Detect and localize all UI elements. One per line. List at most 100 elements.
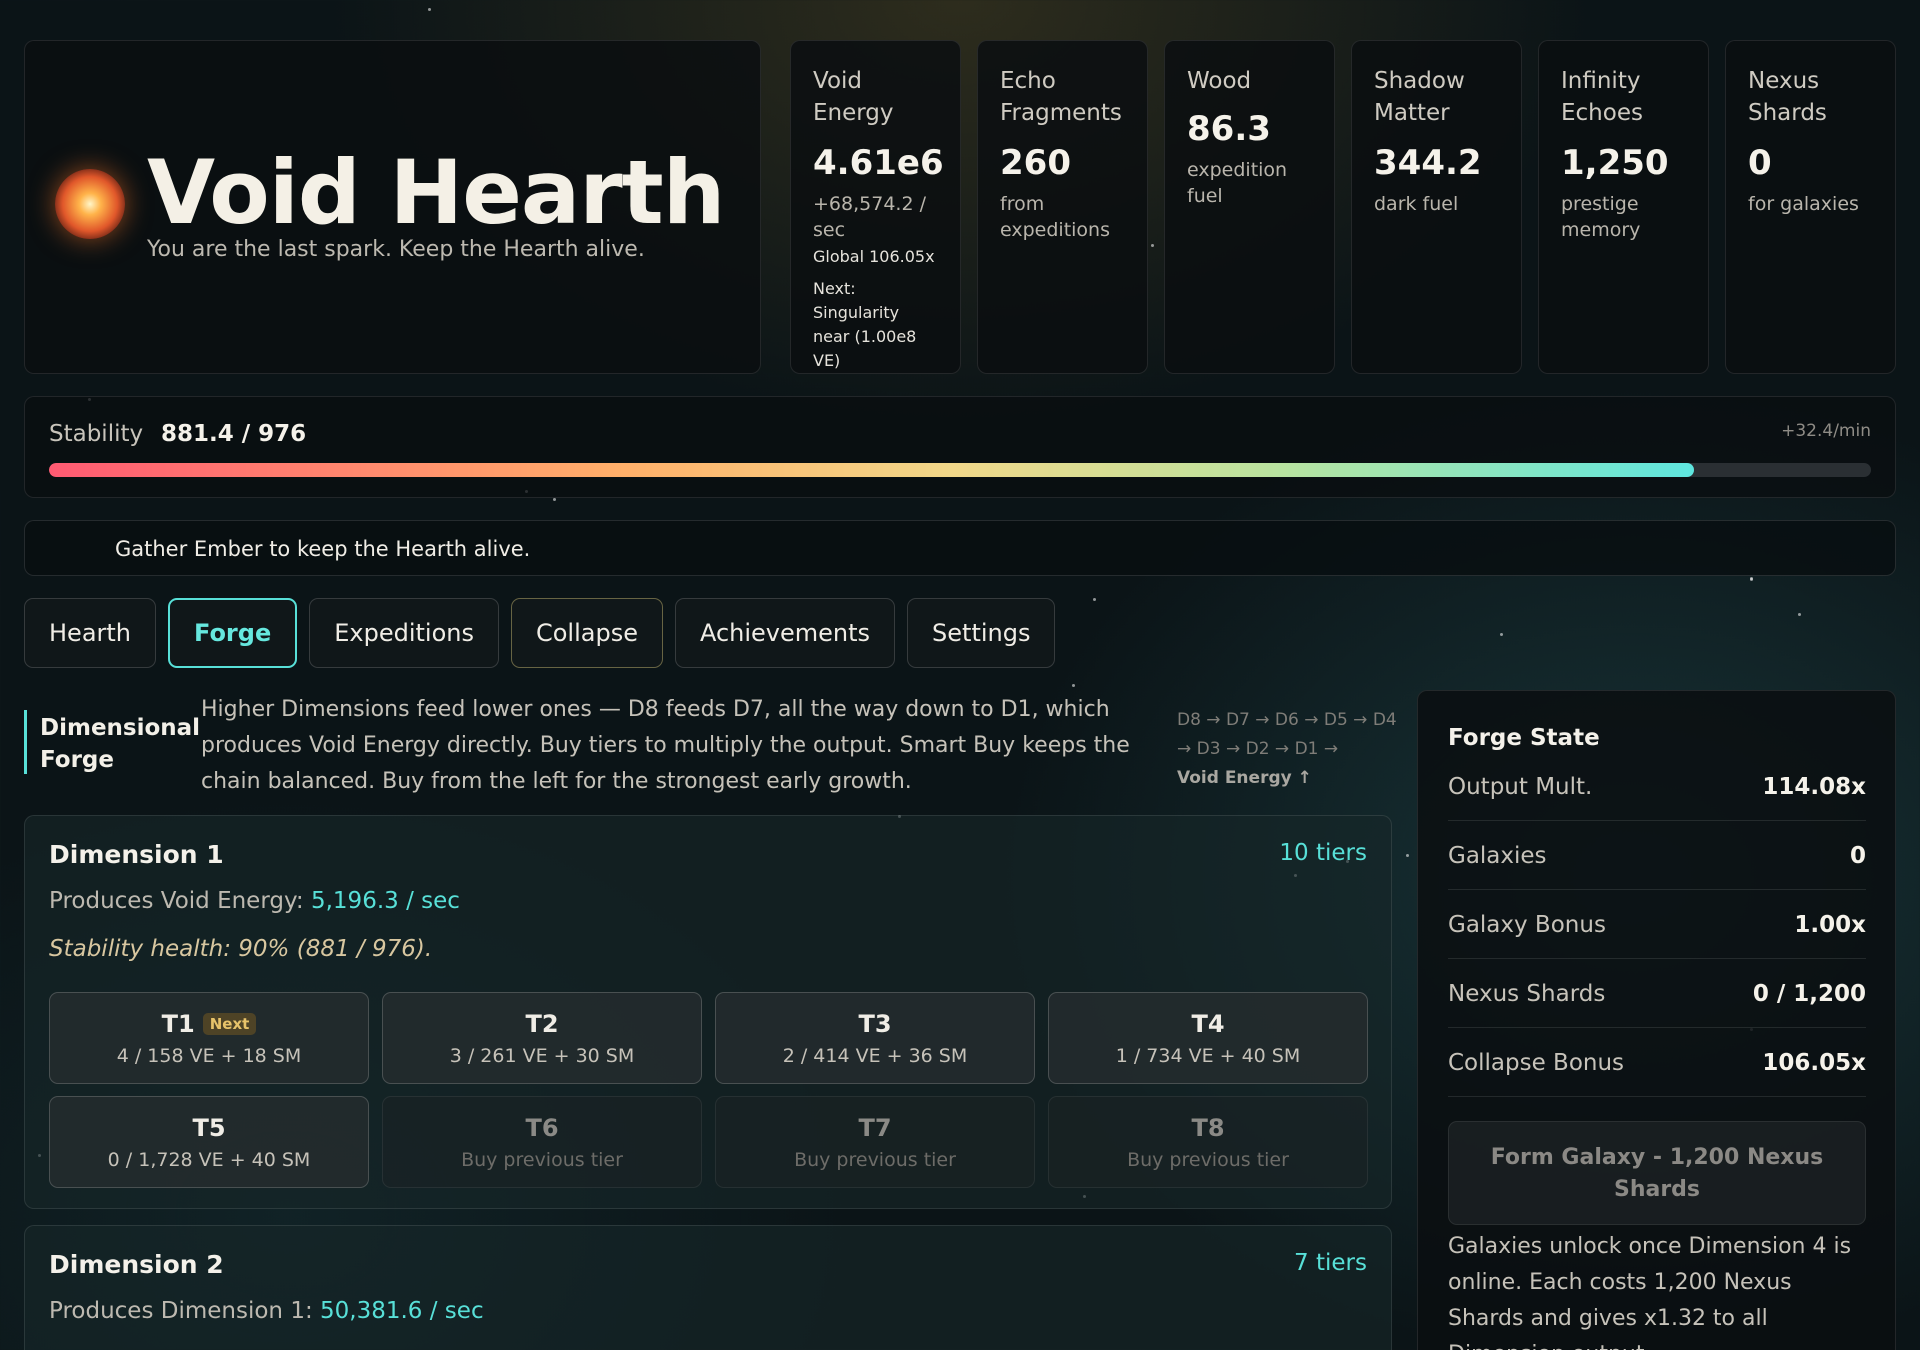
tier-tile-t8[interactable]: T8 Buy previous tier	[1048, 1096, 1368, 1188]
form-galaxy-button[interactable]: Form Galaxy - 1,200 Nexus Shards	[1448, 1121, 1866, 1225]
forge-state-row: Collapse Bonus 106.05x	[1448, 1029, 1866, 1097]
row-value: 106.05x	[1762, 1049, 1866, 1076]
dimension-chain-end: Void Energy ↑	[1177, 768, 1312, 788]
row-label: Output Mult.	[1448, 773, 1593, 800]
resource-value: 344.2	[1374, 143, 1482, 183]
resource-desc: prestige memory	[1561, 193, 1641, 241]
dimension-title: Dimension 1	[49, 840, 224, 869]
tab-achievements[interactable]: Achievements	[674, 598, 896, 668]
stability-rate: +32.4/min	[1781, 421, 1871, 441]
forge-state-row: Output Mult. 114.08x	[1448, 753, 1866, 821]
section-description: Higher Dimensions feed lower ones — D8 f…	[201, 697, 1130, 794]
resource-rate: +68,574.2 / sec	[813, 193, 926, 241]
row-value: 114.08x	[1762, 773, 1866, 800]
dimension-chain: D8 → D7 → D6 → D5 → D4 → D3 → D2 → D1 → …	[1177, 706, 1397, 793]
resource-desc: dark fuel	[1374, 193, 1459, 215]
tier-tile-t4[interactable]: T4 1 / 734 VE + 40 SM	[1048, 992, 1368, 1084]
tier-name: T5	[192, 1114, 226, 1142]
tab-expeditions[interactable]: Expeditions	[309, 598, 499, 668]
resource-card-echo-fragments: Echo Fragments 260 from expeditions	[977, 40, 1148, 374]
dimension-chain-text: D8 → D7 → D6 → D5 → D4 → D3 → D2 → D1 →	[1177, 710, 1397, 759]
tier-name: T7	[858, 1114, 892, 1142]
production-label: Produces Dimension 1:	[49, 1298, 321, 1324]
tier-tile-t1[interactable]: T1 Next 4 / 158 VE + 18 SM	[49, 992, 369, 1084]
resource-card-wood: Wood 86.3 expedition fuel	[1164, 40, 1335, 374]
resource-desc: for galaxies	[1748, 193, 1859, 215]
resource-name: Void Energy	[813, 68, 894, 126]
production-value: 50,381.6 / sec	[320, 1298, 484, 1324]
ember-orb-icon	[55, 169, 125, 239]
tier-cost: Buy previous tier	[461, 1149, 623, 1171]
resource-value: 1,250	[1561, 143, 1669, 183]
tier-name: T3	[858, 1010, 892, 1038]
next-milestone: Next: Singularity near (1.00e8 VE)	[813, 279, 917, 370]
row-value: 0 / 1,200	[1752, 980, 1866, 1007]
tab-forge[interactable]: Forge	[168, 598, 298, 668]
stability-label: Stability	[49, 421, 144, 447]
tier-cost: Buy previous tier	[794, 1149, 956, 1171]
resource-value: 0	[1748, 143, 1772, 183]
row-label: Galaxies	[1448, 842, 1547, 869]
dimension-tier-count: 7 tiers	[1294, 1250, 1367, 1276]
row-value: 0	[1849, 842, 1866, 869]
tier-cost: Buy previous tier	[1127, 1149, 1289, 1171]
stability-bar-fill	[49, 463, 1695, 477]
global-multiplier: Global 106.05x	[813, 247, 935, 266]
resource-name: Infinity Echoes	[1561, 68, 1643, 126]
resource-value: 260	[1000, 143, 1071, 183]
resource-card-nexus-shards: Nexus Shards 0 for galaxies	[1725, 40, 1896, 374]
resource-card-infinity-echoes: Infinity Echoes 1,250 prestige memory	[1538, 40, 1709, 374]
row-label: Nexus Shards	[1448, 980, 1606, 1007]
resource-desc: from expeditions	[1000, 193, 1110, 241]
resource-name: Shadow Matter	[1374, 68, 1465, 126]
section-heading: Dimensional Forge	[40, 715, 201, 773]
forge-state-row: Galaxies 0	[1448, 822, 1866, 890]
resource-card-shadow-matter: Shadow Matter 344.2 dark fuel	[1351, 40, 1522, 374]
forge-state-title: Forge State	[1448, 725, 1600, 751]
next-badge: Next	[202, 1013, 257, 1035]
resource-name: Nexus Shards	[1748, 68, 1827, 126]
resource-value: 86.3	[1187, 109, 1271, 149]
message-log: Gather Ember to keep the Hearth alive.	[24, 520, 1896, 576]
forge-state-row: Nexus Shards 0 / 1,200	[1448, 960, 1866, 1028]
tab-settings[interactable]: Settings	[907, 598, 1056, 668]
tier-tile-t5[interactable]: T5 0 / 1,728 VE + 40 SM	[49, 1096, 369, 1188]
tier-cost: 3 / 261 VE + 30 SM	[449, 1045, 635, 1067]
resource-name: Echo Fragments	[1000, 68, 1122, 126]
stability-bar	[49, 463, 1871, 477]
row-label: Collapse Bonus	[1448, 1049, 1625, 1076]
tier-cost: 0 / 1,728 VE + 40 SM	[107, 1149, 311, 1171]
tier-tile-t3[interactable]: T3 2 / 414 VE + 36 SM	[715, 992, 1035, 1084]
resource-name: Wood	[1187, 68, 1252, 94]
tier-name: T2	[525, 1010, 559, 1038]
forge-state-panel: Forge State Output Mult. 114.08x Galaxie…	[1417, 690, 1896, 1350]
forge-state-row: Galaxy Bonus 1.00x	[1448, 891, 1866, 959]
stability-panel: Stability 881.4 / 976 +32.4/min	[24, 396, 1896, 498]
tier-name: T6	[525, 1114, 559, 1142]
production-label: Produces Void Energy:	[49, 888, 311, 914]
tab-hearth[interactable]: Hearth	[24, 598, 157, 668]
game-title: Void Hearth	[147, 141, 725, 244]
dimension-title: Dimension 2	[49, 1250, 224, 1279]
tab-collapse[interactable]: Collapse	[510, 598, 663, 668]
tier-cost: 4 / 158 VE + 18 SM	[116, 1045, 302, 1067]
tier-tile-t2[interactable]: T2 3 / 261 VE + 30 SM	[382, 992, 702, 1084]
dimension-2-panel: Dimension 2 7 tiers Produces Dimension 1…	[24, 1225, 1392, 1350]
dimension-production: Produces Void Energy: 5,196.3 / sec	[49, 888, 460, 914]
tier-name: T1 Next	[50, 1009, 368, 1039]
tier-name: T8	[1191, 1114, 1225, 1142]
dimension-production: Produces Dimension 1: 50,381.6 / sec	[49, 1298, 484, 1324]
galaxy-info-text: Galaxies unlock once Dimension 4 is onli…	[1448, 1234, 1852, 1350]
stability-value: 881.4 / 976	[161, 421, 307, 447]
tier-tile-t7[interactable]: T7 Buy previous tier	[715, 1096, 1035, 1188]
stability-health: Stability health: 90% (881 / 976).	[49, 936, 433, 962]
resource-desc: expedition fuel	[1187, 159, 1288, 207]
main-tabs: Hearth Forge Expeditions Collapse Achiev…	[24, 598, 1056, 668]
resource-value: 4.61e6	[813, 143, 944, 183]
row-label: Galaxy Bonus	[1448, 911, 1606, 938]
dimension-1-panel: Dimension 1 10 tiers Produces Void Energ…	[24, 815, 1392, 1209]
game-subtitle: You are the last spark. Keep the Hearth …	[147, 237, 645, 262]
row-value: 1.00x	[1794, 911, 1866, 938]
tier-name: T4	[1191, 1010, 1225, 1038]
tier-tile-t6[interactable]: T6 Buy previous tier	[382, 1096, 702, 1188]
